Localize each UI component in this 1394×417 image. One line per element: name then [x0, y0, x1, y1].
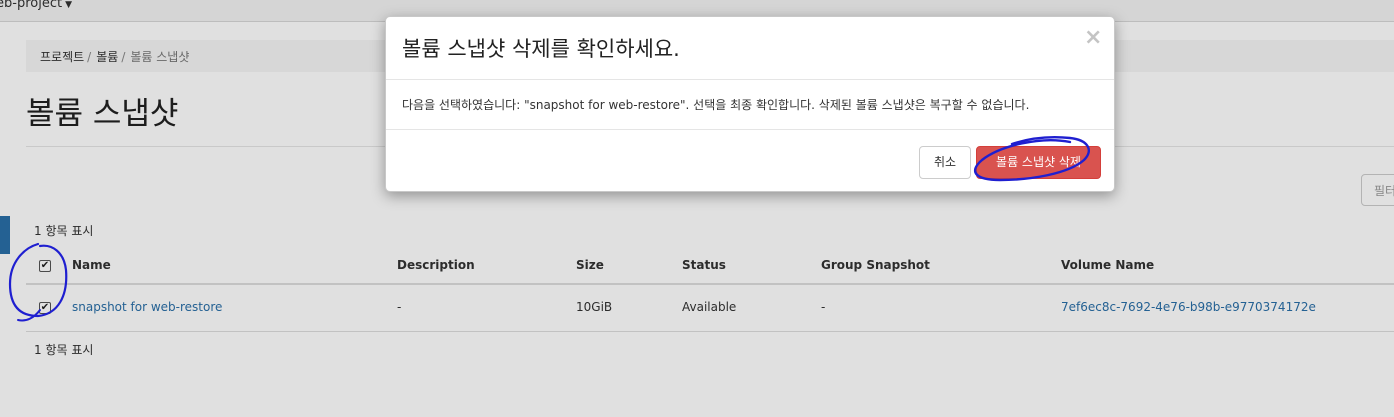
delete-snapshot-button[interactable]: 볼륨 스냅샷 삭제 — [976, 146, 1101, 179]
delete-confirm-dialog: 볼륨 스냅샷 삭제를 확인하세요. × 다음을 선택하였습니다: "snapsh… — [385, 16, 1115, 192]
dialog-message: 다음을 선택하였습니다: "snapshot for web-restore".… — [402, 98, 1030, 112]
dialog-footer: 취소 볼륨 스냅샷 삭제 — [386, 129, 1114, 192]
cancel-button[interactable]: 취소 — [919, 146, 971, 179]
close-icon[interactable]: × — [1084, 27, 1102, 49]
dialog-header: 볼륨 스냅샷 삭제를 확인하세요. × — [386, 17, 1114, 80]
dialog-title: 볼륨 스냅샷 삭제를 확인하세요. — [402, 37, 680, 61]
